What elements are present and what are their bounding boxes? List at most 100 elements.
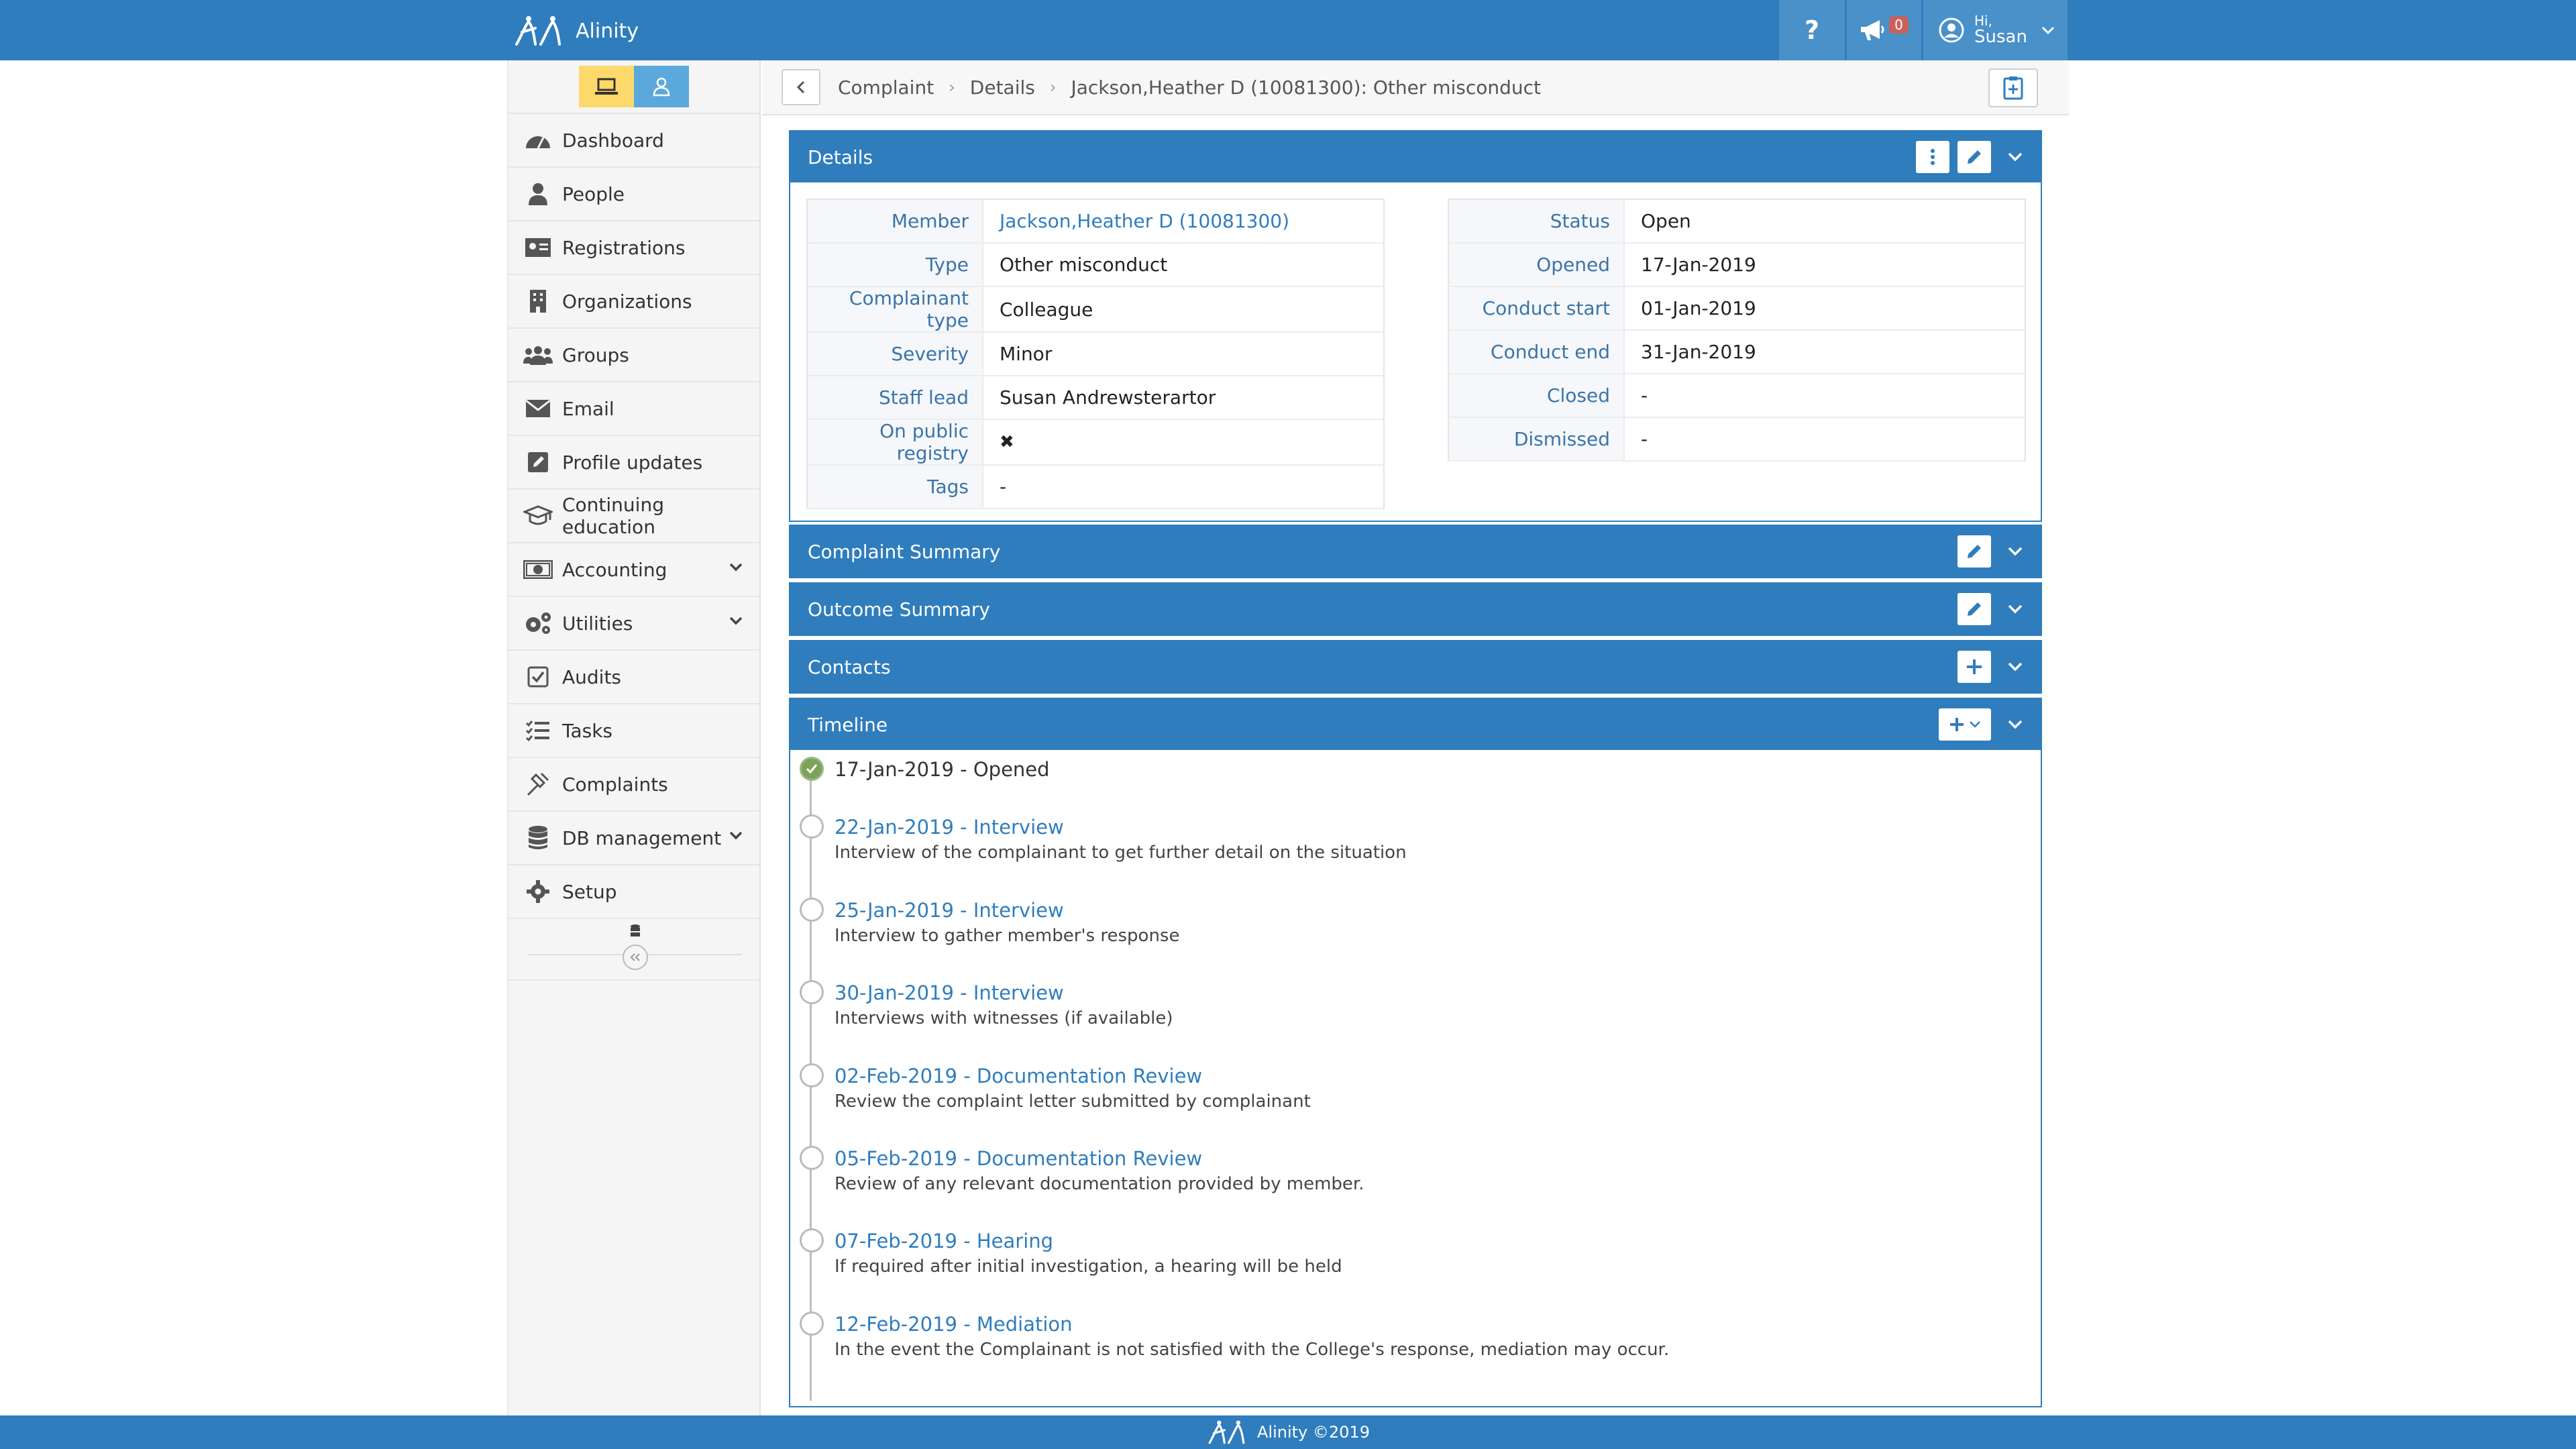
sidebar-item-utilities[interactable]: Utilities bbox=[508, 597, 759, 651]
desktop-mode-button[interactable] bbox=[579, 66, 634, 107]
details-panel-header[interactable]: Details bbox=[790, 131, 2041, 182]
chevron-down-icon bbox=[2008, 604, 2023, 614]
collapse-toggle[interactable] bbox=[1999, 651, 2031, 683]
person-mode-button[interactable] bbox=[634, 66, 689, 107]
timeline-panel: Timeline 17-Jan-2019 - Opened 22-Jan-201… bbox=[789, 698, 2042, 1407]
sidebar-item-registrations[interactable]: Registrations bbox=[508, 221, 759, 275]
sidebar-item-label: Profile updates bbox=[562, 451, 703, 474]
megaphone-icon bbox=[1861, 20, 1884, 40]
breadcrumb-bar: Complaint › Details › Jackson,Heather D … bbox=[762, 60, 2069, 115]
database-small-icon bbox=[631, 924, 640, 936]
sidebar-item-label: Registrations bbox=[562, 236, 686, 259]
collapse-toggle[interactable] bbox=[1999, 708, 2031, 741]
back-button[interactable] bbox=[782, 69, 820, 105]
timeline-item-description: Interview to gather member's response bbox=[835, 926, 1180, 946]
sidebar-item-tasks[interactable]: Tasks bbox=[508, 704, 759, 758]
help-button[interactable]: ? bbox=[1777, 0, 1845, 60]
notifications-button[interactable]: 0 bbox=[1845, 0, 1921, 60]
sidebar-item-organizations[interactable]: Organizations bbox=[508, 275, 759, 329]
brand-name: Alinity bbox=[576, 19, 639, 43]
detail-label: Conduct start bbox=[1448, 286, 1625, 330]
sidebar-item-audits[interactable]: Audits bbox=[508, 651, 759, 704]
user-circle-icon bbox=[1939, 17, 1964, 43]
add-timeline-event-dropdown[interactable] bbox=[1939, 708, 1991, 741]
sidebar-item-dashboard[interactable]: Dashboard bbox=[508, 114, 759, 168]
detail-row-member: Member Jackson,Heather D (10081300) bbox=[807, 199, 1384, 243]
user-greeting: Hi, bbox=[1974, 12, 1992, 29]
edit-outcome-summary-button[interactable] bbox=[1957, 593, 1991, 625]
timeline-body: 17-Jan-2019 - Opened 22-Jan-2019 - Inter… bbox=[790, 750, 2041, 1409]
sidebar-item-label: Tasks bbox=[562, 719, 613, 742]
money-icon bbox=[523, 556, 553, 583]
detail-value: 01-Jan-2019 bbox=[1641, 297, 1756, 319]
member-link[interactable]: Jackson,Heather D (10081300) bbox=[1000, 210, 1289, 232]
brand[interactable]: Alinity bbox=[513, 15, 639, 47]
sidebar-item-groups[interactable]: Groups bbox=[508, 329, 759, 382]
sidebar-item-complaints[interactable]: Complaints bbox=[508, 758, 759, 812]
chevron-down-icon bbox=[2008, 662, 2023, 672]
timeline-item-description: Review the complaint letter submitted by… bbox=[835, 1091, 1311, 1112]
person-icon bbox=[523, 180, 553, 207]
detail-value: - bbox=[1641, 384, 1648, 407]
timeline-item-link[interactable]: 30-Jan-2019 - Interview bbox=[835, 981, 1064, 1004]
timeline-item-link[interactable]: 05-Feb-2019 - Documentation Review bbox=[835, 1147, 1202, 1170]
detail-row-tags: Tags - bbox=[807, 465, 1384, 508]
panel-title: Complaint Summary bbox=[808, 540, 1001, 563]
sidebar-item-profile-updates[interactable]: Profile updates bbox=[508, 436, 759, 490]
breadcrumb-complaint[interactable]: Complaint bbox=[838, 76, 934, 99]
sidebar-item-db-management[interactable]: DB management bbox=[508, 812, 759, 865]
edit-complaint-summary-button[interactable] bbox=[1957, 535, 1991, 568]
chevron-down-icon bbox=[2008, 720, 2023, 729]
more-options-button[interactable] bbox=[1916, 141, 1949, 173]
collapse-sidebar-button[interactable] bbox=[623, 945, 648, 970]
building-icon bbox=[523, 288, 553, 315]
edit-details-button[interactable] bbox=[1957, 141, 1991, 173]
timeline-item-description: If required after initial investigation,… bbox=[835, 1256, 1342, 1277]
mode-switch bbox=[508, 60, 759, 114]
outcome-summary-header[interactable]: Outcome Summary bbox=[790, 584, 2041, 635]
chevron-down-icon bbox=[1970, 721, 1980, 728]
clipboard-button[interactable] bbox=[1988, 68, 2038, 107]
timeline-item-link[interactable]: 12-Feb-2019 - Mediation bbox=[835, 1313, 1073, 1336]
timeline-item-link[interactable]: 07-Feb-2019 - Hearing bbox=[835, 1230, 1053, 1252]
notification-badge: 0 bbox=[1889, 16, 1909, 34]
timeline-item-link[interactable]: 25-Jan-2019 - Interview bbox=[835, 899, 1064, 922]
check-circle-icon bbox=[800, 757, 824, 781]
detail-value: Other misconduct bbox=[1000, 254, 1168, 276]
detail-row-complainant-type: Complainant type Colleague bbox=[807, 286, 1384, 332]
details-body: Member Jackson,Heather D (10081300) Type O… bbox=[790, 182, 2041, 518]
sidebar-item-continuing-education[interactable]: Continuing education bbox=[508, 490, 759, 543]
database-icon bbox=[523, 824, 553, 851]
detail-value: Colleague bbox=[1000, 298, 1093, 321]
timeline-header[interactable]: Timeline bbox=[790, 699, 2041, 750]
pencil-icon bbox=[1968, 545, 1981, 558]
sidebar-item-people[interactable]: People bbox=[508, 168, 759, 221]
breadcrumb-details[interactable]: Details bbox=[970, 76, 1035, 99]
add-contact-button[interactable] bbox=[1957, 651, 1991, 683]
alinity-logo-icon bbox=[515, 16, 561, 46]
complaint-summary-panel: Complaint Summary bbox=[789, 525, 2042, 578]
timeline-item-description: In the event the Complainant is not sati… bbox=[835, 1340, 1670, 1360]
sidebar-footer bbox=[508, 919, 759, 981]
breadcrumb: Complaint › Details › Jackson,Heather D … bbox=[838, 76, 1541, 99]
users-icon bbox=[523, 341, 553, 368]
plus-icon bbox=[1967, 659, 1982, 674]
detail-label: Opened bbox=[1448, 243, 1625, 286]
collapse-toggle[interactable] bbox=[1999, 141, 2031, 173]
contacts-header[interactable]: Contacts bbox=[790, 641, 2041, 692]
complaint-summary-header[interactable]: Complaint Summary bbox=[790, 526, 2041, 577]
sidebar-item-accounting[interactable]: Accounting bbox=[508, 543, 759, 597]
timeline-item-link[interactable]: 22-Jan-2019 - Interview bbox=[835, 816, 1064, 839]
detail-value: - bbox=[1641, 428, 1648, 450]
chevron-down-icon bbox=[2008, 547, 2023, 556]
detail-label: Closed bbox=[1448, 374, 1625, 417]
sidebar-item-setup[interactable]: Setup bbox=[508, 865, 759, 919]
sidebar-item-email[interactable]: Email bbox=[508, 382, 759, 436]
gear-icon bbox=[523, 878, 553, 905]
pending-circle-icon bbox=[800, 1228, 824, 1252]
timeline-item-link[interactable]: 02-Feb-2019 - Documentation Review bbox=[835, 1065, 1202, 1087]
collapse-toggle[interactable] bbox=[1999, 535, 2031, 568]
collapse-toggle[interactable] bbox=[1999, 593, 2031, 625]
user-menu[interactable]: Hi, Susan bbox=[1921, 0, 2068, 60]
panel-title: Timeline bbox=[808, 713, 888, 736]
